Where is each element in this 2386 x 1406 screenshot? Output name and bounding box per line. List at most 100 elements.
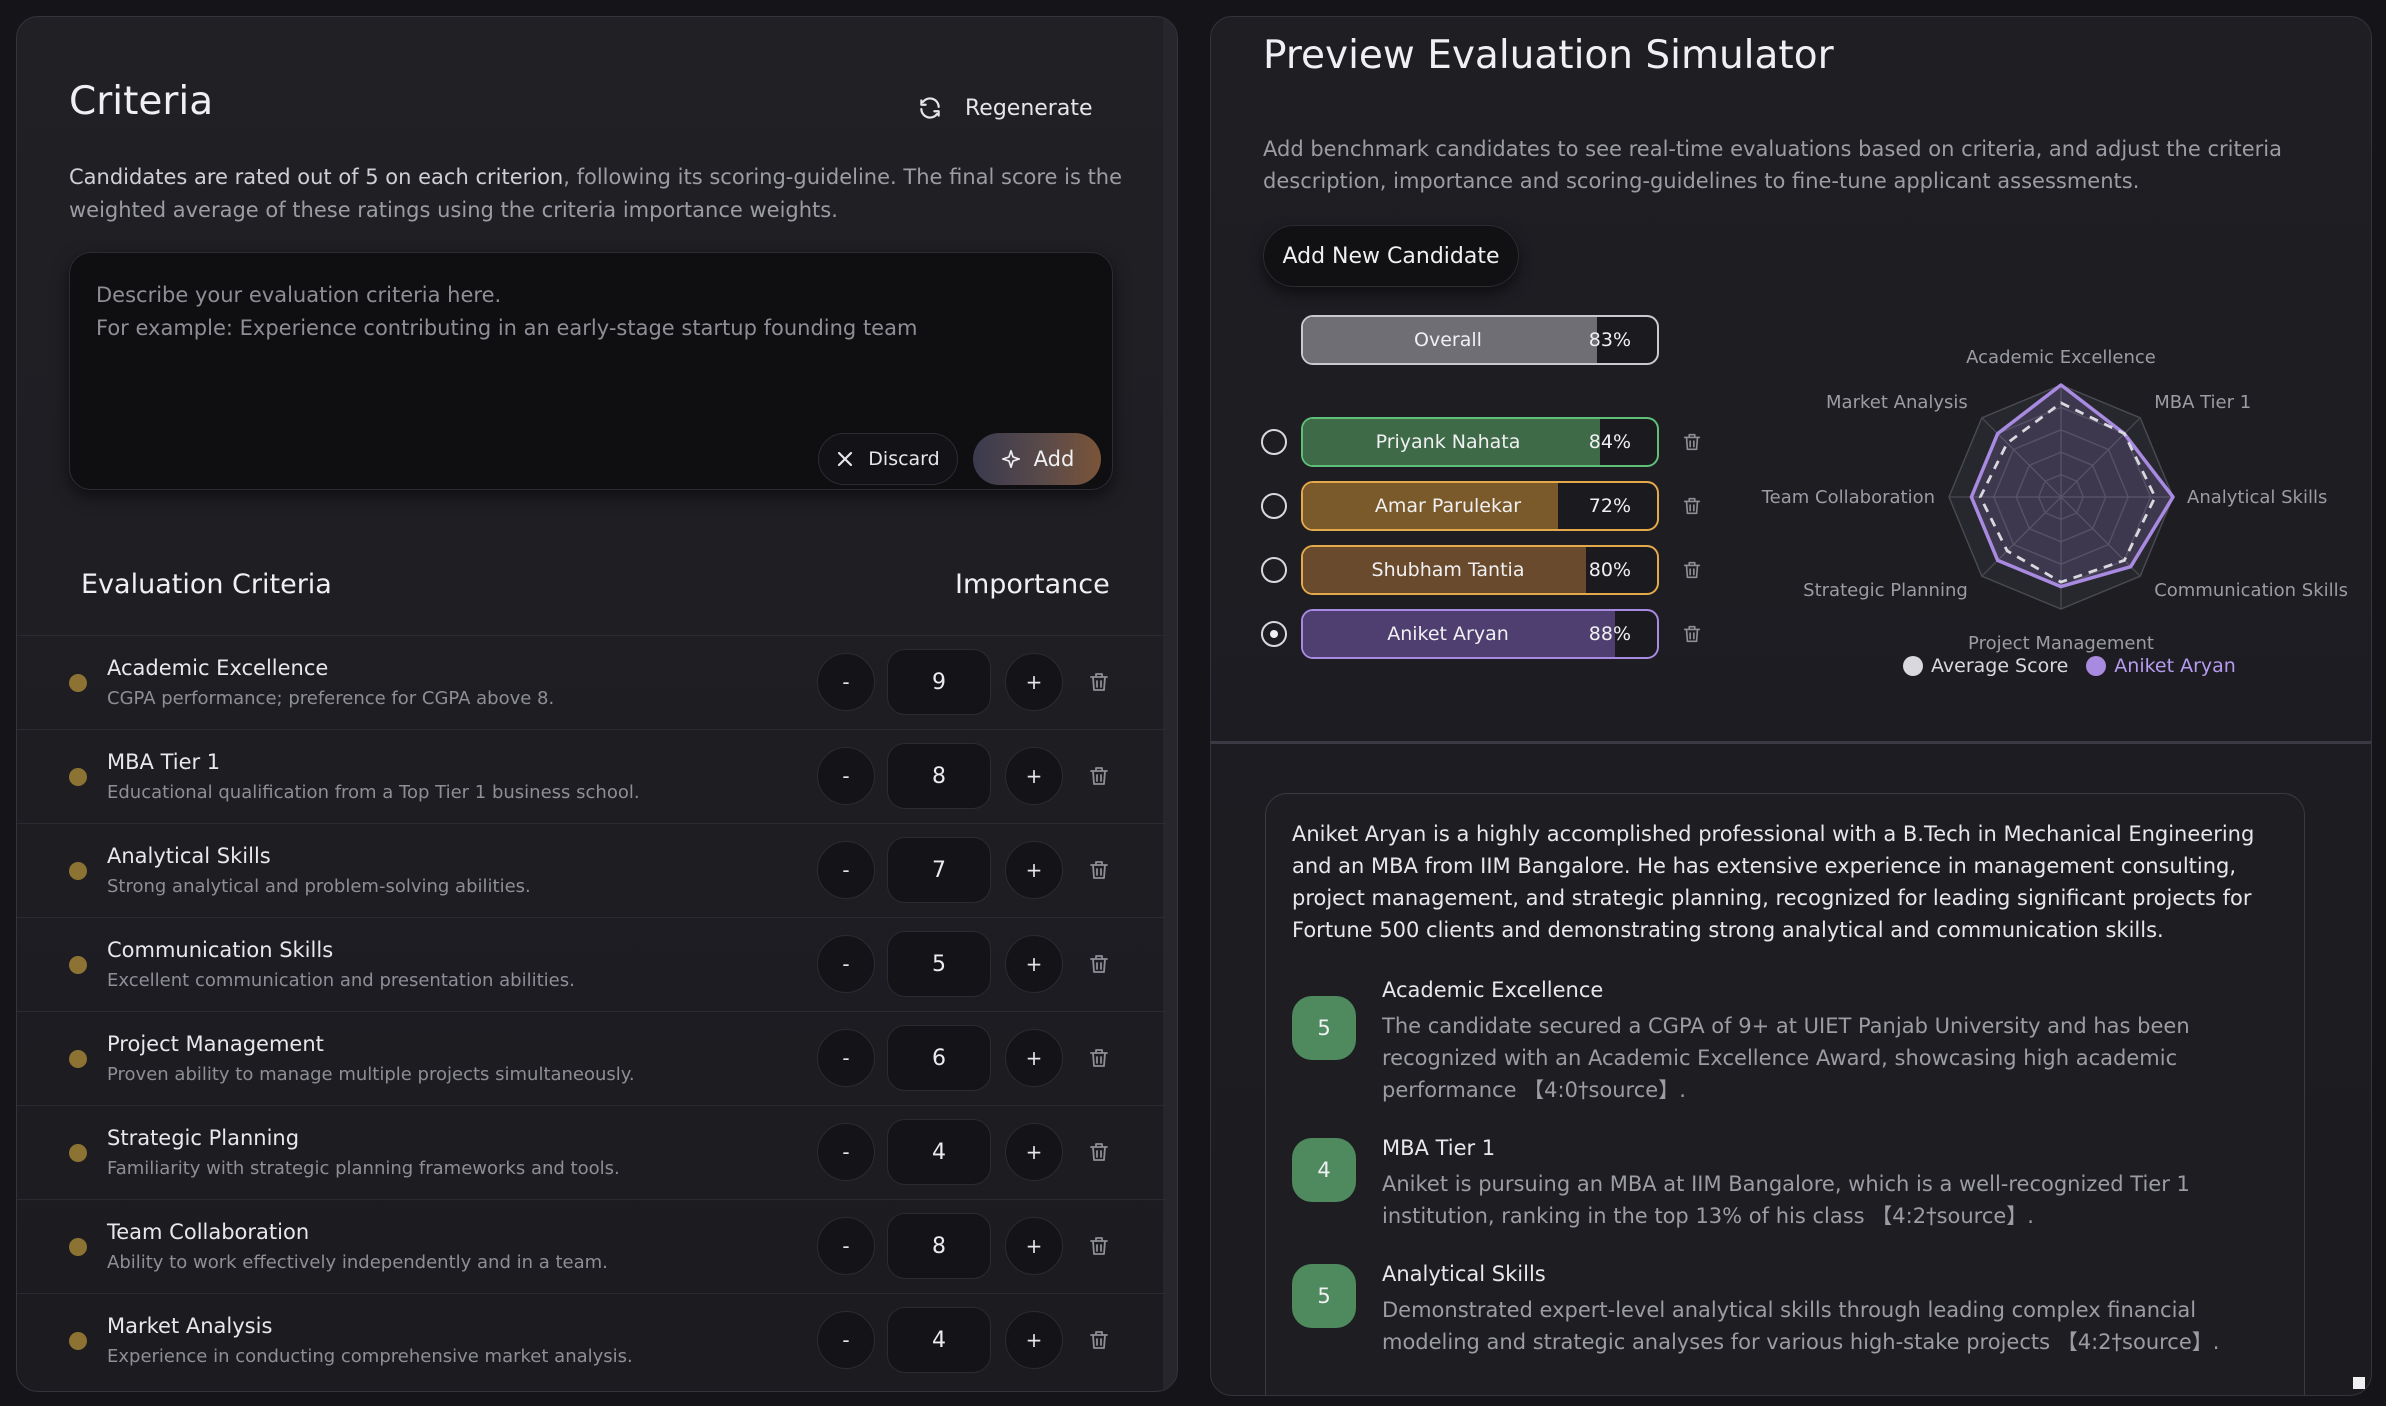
decrease-importance-button[interactable]: - [817, 1123, 875, 1181]
candidate-percent: 88% [1588, 623, 1631, 645]
importance-value[interactable]: 8 [887, 743, 991, 809]
simulator-panel: Preview Evaluation Simulator Add benchma… [1210, 16, 2372, 1396]
radar-axis-label: Team Collaboration [1761, 487, 1935, 508]
criterion-row: Team Collaboration Ability to work effect… [17, 1199, 1167, 1293]
decrease-importance-button[interactable]: - [817, 653, 875, 711]
increase-importance-button[interactable]: + [1005, 1217, 1063, 1275]
increase-importance-button[interactable]: + [1005, 1311, 1063, 1369]
criterion-description: Educational qualification from a Top Tie… [107, 782, 640, 803]
increase-importance-button[interactable]: + [1005, 747, 1063, 805]
increase-importance-button[interactable]: + [1005, 1123, 1063, 1181]
criteria-editor[interactable]: Describe your evaluation criteria here. … [69, 252, 1113, 490]
candidate-score-bar[interactable]: Priyank Nahata 84% [1301, 417, 1659, 467]
candidate-score-bar[interactable]: Aniket Aryan 88% [1301, 609, 1659, 659]
discard-label: Discard [868, 448, 940, 470]
criterion-name[interactable]: Strategic Planning [107, 1126, 299, 1150]
criterion-row: Academic Excellence CGPA performance; pre… [17, 635, 1167, 729]
importance-value[interactable]: 7 [887, 837, 991, 903]
candidate-radio[interactable] [1261, 493, 1287, 519]
add-criterion-button[interactable]: Add [973, 433, 1101, 485]
refresh-icon [920, 97, 940, 119]
criterion-name[interactable]: Analytical Skills [107, 844, 271, 868]
delete-candidate-icon[interactable] [1681, 623, 1703, 645]
radar-axis-label: Market Analysis [1826, 392, 1968, 413]
candidate-score-bar[interactable]: Amar Parulekar 72% [1301, 481, 1659, 531]
importance-value[interactable]: 6 [887, 1025, 991, 1091]
criterion-status-dot [69, 768, 87, 786]
importance-value[interactable]: 8 [887, 1213, 991, 1279]
increase-importance-button[interactable]: + [1005, 841, 1063, 899]
decrease-importance-button[interactable]: - [817, 935, 875, 993]
resize-handle[interactable] [2353, 1377, 2365, 1389]
regenerate-button[interactable]: Regenerate [917, 95, 1093, 121]
delete-candidate-icon[interactable] [1681, 495, 1703, 517]
delete-criterion-icon[interactable] [1087, 952, 1111, 976]
delete-criterion-icon[interactable] [1087, 670, 1111, 694]
criterion-name[interactable]: Market Analysis [107, 1314, 272, 1338]
delete-criterion-icon[interactable] [1087, 764, 1111, 788]
add-candidate-button[interactable]: Add New Candidate [1263, 225, 1519, 287]
candidate-percent: 72% [1588, 495, 1631, 517]
criteria-intro-bold: Candidates are rated out of 5 on each cr… [69, 165, 564, 189]
score-badge: 5 [1292, 1264, 1356, 1328]
simulator-intro: Add benchmark candidates to see real-tim… [1263, 137, 2282, 193]
criterion-name[interactable]: Team Collaboration [107, 1220, 309, 1244]
criteria-panel: Criteria Regenerate Candidates are rated… [16, 16, 1178, 1392]
criterion-description: Experience in conducting comprehensive m… [107, 1346, 633, 1367]
criterion-row: Project Management Proven ability to mana… [17, 1011, 1167, 1105]
score-criterion-name: MBA Tier 1 [1382, 1136, 1496, 1160]
candidate-score-bar[interactable]: Shubham Tantia 80% [1301, 545, 1659, 595]
importance-value[interactable]: 9 [887, 649, 991, 715]
candidate-name: Priyank Nahata [1375, 431, 1521, 453]
increase-importance-button[interactable]: + [1005, 1029, 1063, 1087]
increase-importance-button[interactable]: + [1005, 935, 1063, 993]
legend-candidate-label: Aniket Aryan [2114, 655, 2236, 677]
decrease-importance-button[interactable]: - [817, 1311, 875, 1369]
radar-legend: Average Score Aniket Aryan [1903, 655, 2236, 677]
decrease-importance-button[interactable]: - [817, 1217, 875, 1275]
score-badge: 4 [1292, 1138, 1356, 1202]
criterion-name[interactable]: Communication Skills [107, 938, 333, 962]
delete-criterion-icon[interactable] [1087, 1234, 1111, 1258]
delete-candidate-icon[interactable] [1681, 431, 1703, 453]
candidate-radio[interactable] [1261, 557, 1287, 583]
delete-criterion-icon[interactable] [1087, 1328, 1111, 1352]
add-label: Add [1033, 447, 1075, 471]
delete-candidate-icon[interactable] [1681, 559, 1703, 581]
legend-average[interactable]: Average Score [1903, 655, 2068, 677]
criterion-name[interactable]: Project Management [107, 1032, 324, 1056]
decrease-importance-button[interactable]: - [817, 1029, 875, 1087]
increase-importance-button[interactable]: + [1005, 653, 1063, 711]
decrease-importance-button[interactable]: - [817, 841, 875, 899]
criterion-name[interactable]: MBA Tier 1 [107, 750, 220, 774]
criterion-status-dot [69, 1050, 87, 1068]
criterion-status-dot [69, 1144, 87, 1162]
radar-axis-label: Analytical Skills [2187, 487, 2327, 508]
decrease-importance-button[interactable]: - [817, 747, 875, 805]
importance-value[interactable]: 4 [887, 1119, 991, 1185]
candidate-radio[interactable] [1261, 621, 1287, 647]
score-criterion-name: Analytical Skills [1382, 1262, 1546, 1286]
importance-value[interactable]: 4 [887, 1307, 991, 1373]
criteria-list: Academic Excellence CGPA performance; pre… [17, 635, 1167, 1387]
criterion-description: Strong analytical and problem-solving ab… [107, 876, 531, 897]
simulator-title: Preview Evaluation Simulator [1263, 33, 1834, 78]
legend-average-swatch [1903, 656, 1923, 676]
legend-candidate-swatch [2086, 656, 2107, 676]
candidate-radio[interactable] [1261, 429, 1287, 455]
radar-axis-label: Project Management [1968, 633, 2154, 654]
criterion-description: Proven ability to manage multiple projec… [107, 1064, 635, 1085]
criterion-row: Communication Skills Excellent communicat… [17, 917, 1167, 1011]
radar-axis-label: MBA Tier 1 [2154, 392, 2251, 413]
criteria-intro: Candidates are rated out of 5 on each cr… [69, 161, 1129, 227]
importance-header: Importance [955, 569, 1110, 600]
candidate-summary: Aniket Aryan is a highly accomplished pr… [1292, 822, 2255, 942]
importance-value[interactable]: 5 [887, 931, 991, 997]
delete-criterion-icon[interactable] [1087, 1046, 1111, 1070]
criteria-editor-placeholder[interactable]: Describe your evaluation criteria here. … [96, 279, 917, 345]
criterion-name[interactable]: Academic Excellence [107, 656, 328, 680]
legend-candidate[interactable]: Aniket Aryan [2086, 655, 2236, 677]
discard-button[interactable]: Discard [818, 433, 958, 485]
delete-criterion-icon[interactable] [1087, 1140, 1111, 1164]
delete-criterion-icon[interactable] [1087, 858, 1111, 882]
